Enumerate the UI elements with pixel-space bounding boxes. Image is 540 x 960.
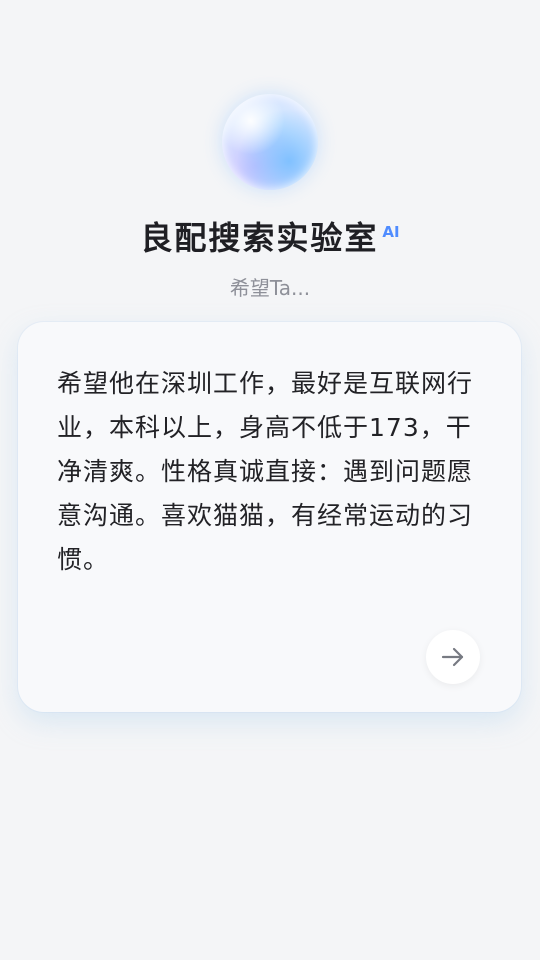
ai-orb-icon [222, 94, 318, 190]
send-button[interactable] [426, 630, 480, 684]
subtitle: 希望Ta... [229, 276, 311, 300]
page-title: 良配搜索实验室 [140, 219, 379, 257]
ai-badge: AI [382, 223, 400, 241]
arrow-right-icon [441, 647, 464, 667]
prompt-text[interactable]: 希望他在深圳工作，最好是互联网行业，本科以上，身高不低于173，干净清爽。性格真… [57, 362, 497, 582]
prompt-card[interactable]: 希望他在深圳工作，最好是互联网行业，本科以上，身高不低于173，干净清爽。性格真… [18, 322, 521, 712]
title-row: 良配搜索实验室 AI [0, 213, 540, 259]
